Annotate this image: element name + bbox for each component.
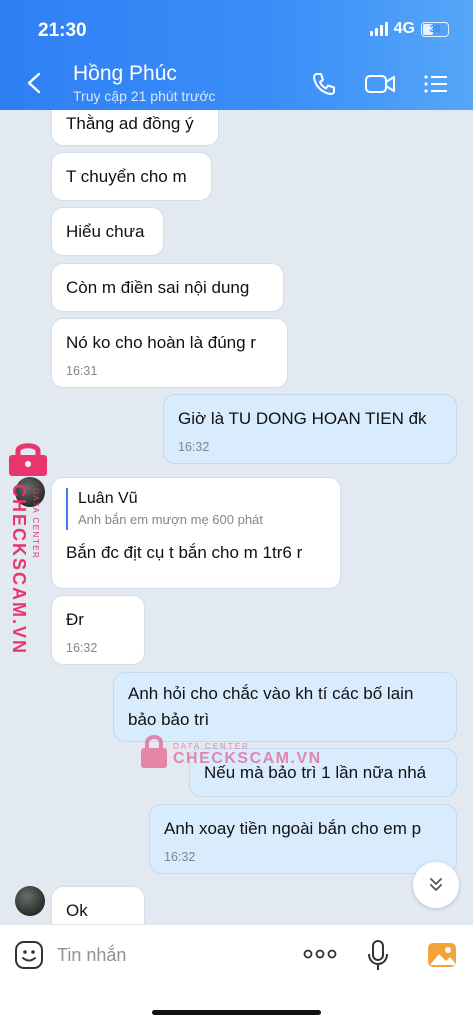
message-input-bar: Tin nhắn	[0, 924, 473, 1024]
battery-level: 38	[429, 23, 441, 35]
back-arrow-icon[interactable]	[24, 72, 46, 94]
watermark-side: CHECKSCAM.VN DATA CENTER	[2, 440, 48, 655]
message-bubble[interactable]: Còn m điền sai nội dung	[51, 263, 284, 312]
quoted-sender: Luân Vũ	[78, 490, 138, 507]
watermark-brand: CHECKSCAM.VN	[9, 484, 29, 656]
quoted-text: Anh bắn em mượn mẹ 600 phát	[78, 512, 263, 527]
microphone-icon[interactable]	[366, 939, 390, 973]
phone-call-icon[interactable]	[310, 70, 338, 98]
message-text: Giờ là TU DONG HOAN TIEN đk	[178, 409, 427, 428]
message-bubble[interactable]: Thằng ad đồng ý	[51, 110, 219, 146]
scroll-to-bottom-button[interactable]	[413, 862, 459, 908]
status-time: 21:30	[38, 20, 87, 41]
message-text: Còn m điền sai nội dung	[66, 278, 250, 297]
padlock-icon	[141, 735, 167, 768]
message-bubble[interactable]: Đr 16:32	[51, 595, 145, 665]
home-indicator	[152, 1010, 321, 1015]
last-seen-status: Truy cập 21 phút trước	[73, 88, 216, 104]
message-bubble[interactable]: Ok	[51, 886, 145, 924]
message-bubble-reply[interactable]: Luân Vũ Anh bắn em mượn mẹ 600 phát Bắn …	[51, 477, 341, 589]
contact-name[interactable]: Hồng Phúc	[73, 62, 177, 86]
message-text: Hiểu chưa	[66, 222, 145, 241]
battery-icon: 38	[421, 21, 449, 37]
watermark-center: DATA CENTER CHECKSCAM.VN	[140, 734, 320, 774]
emoji-icon[interactable]	[14, 940, 44, 970]
message-time: 16:32	[178, 440, 210, 454]
message-text: Anh xoay tiền ngoài bắn cho em p	[164, 819, 422, 838]
avatar[interactable]	[15, 886, 45, 916]
message-time: 16:32	[66, 641, 98, 655]
padlock-icon	[9, 443, 47, 476]
signal-icon	[369, 22, 388, 36]
more-options-icon[interactable]	[303, 947, 337, 961]
watermark-sub: DATA CENTER	[31, 488, 40, 560]
message-text-line-2: bảo bảo trì	[128, 710, 210, 729]
message-text: T chuyển cho m	[66, 167, 187, 186]
video-call-icon[interactable]	[364, 70, 396, 98]
message-bubble[interactable]: Hiểu chưa	[51, 207, 164, 256]
message-text: Bắn đc địt cụ t bắn cho m 1tr6 r	[66, 543, 303, 562]
message-bubble[interactable]: Anh hỏi cho chắc vào kh tí các bố lain b…	[113, 672, 457, 742]
menu-list-icon[interactable]	[422, 70, 450, 98]
message-list[interactable]: Thằng ad đồng ý T chuyển cho m Hiểu chưa…	[0, 110, 473, 924]
message-text-line-1: Anh hỏi cho chắc vào kh tí các bố lain	[128, 684, 414, 703]
network-label: 4G	[393, 20, 415, 37]
message-bubble[interactable]: Anh xoay tiền ngoài bắn cho em p 16:32	[149, 804, 457, 874]
double-chevron-down-icon	[430, 878, 442, 891]
quoted-reply[interactable]: Luân Vũ Anh bắn em mượn mẹ 600 phát	[66, 488, 326, 530]
message-text: Ok	[66, 901, 88, 920]
message-text: Nó ko cho hoàn là đúng r	[66, 333, 256, 352]
chat-header: 21:30 4G 38 Hồng Phúc Truy cập 21 phút t…	[0, 0, 473, 110]
message-bubble[interactable]: Giờ là TU DONG HOAN TIEN đk 16:32	[163, 394, 457, 464]
message-bubble[interactable]: Nó ko cho hoàn là đúng r 16:31	[51, 318, 288, 388]
message-input[interactable]: Tin nhắn	[57, 945, 126, 966]
message-bubble[interactable]: T chuyển cho m	[51, 152, 212, 201]
image-gallery-icon[interactable]	[427, 940, 457, 970]
status-icons: 4G 38	[369, 20, 449, 38]
message-text: Thằng ad đồng ý	[66, 114, 194, 133]
message-text: Đr	[66, 610, 84, 629]
message-time: 16:32	[164, 850, 196, 864]
message-time: 16:31	[66, 364, 98, 378]
watermark-brand: CHECKSCAM.VN	[173, 750, 322, 767]
